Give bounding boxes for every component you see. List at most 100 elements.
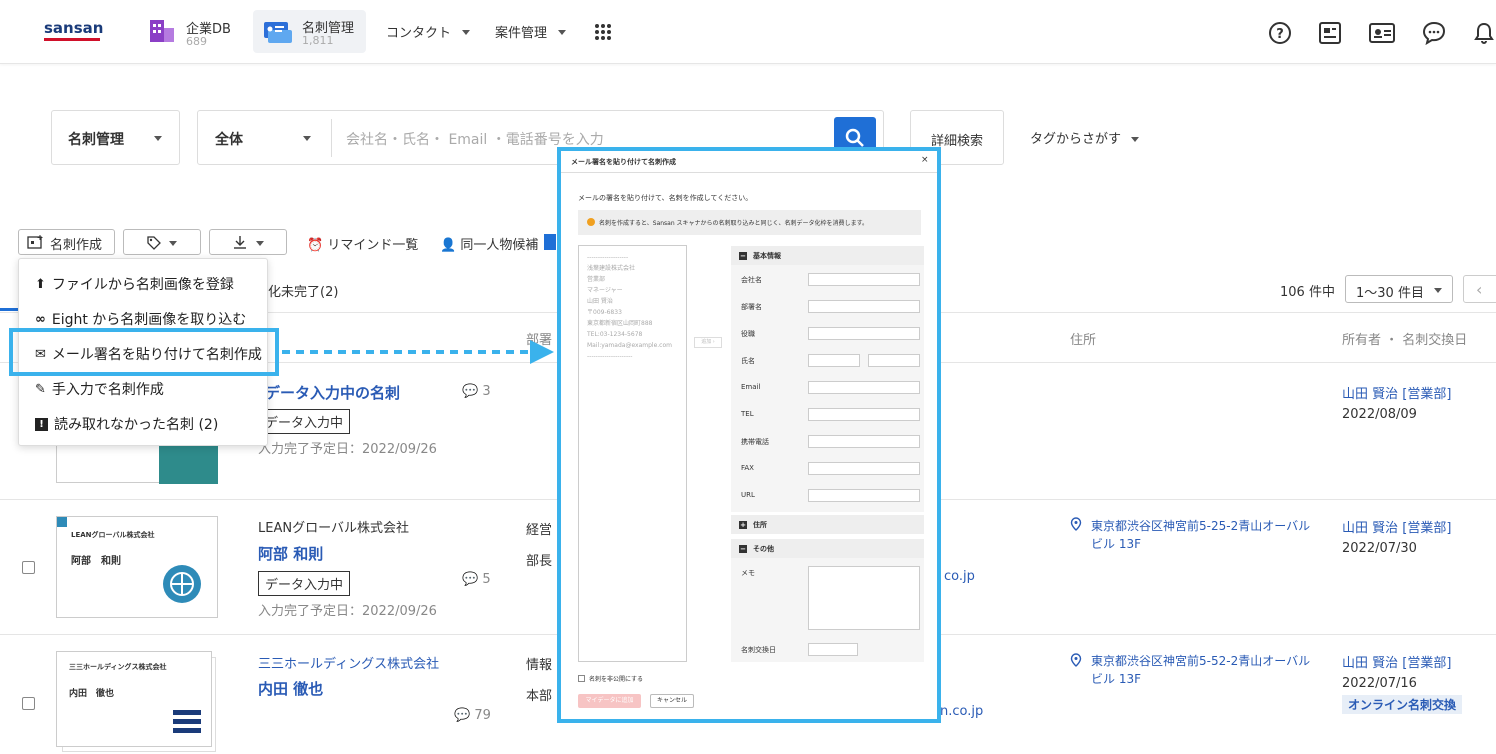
exchange-date-field[interactable] <box>808 643 858 656</box>
page-range-select[interactable]: 1〜30 件目 <box>1345 275 1453 303</box>
scope-select-value: 名刺管理 <box>68 132 124 148</box>
section-other[interactable]: − その他 <box>731 539 924 558</box>
download-button[interactable] <box>209 229 287 255</box>
warning-icon <box>587 218 595 226</box>
add-card-icon <box>27 235 43 249</box>
contact-name[interactable]: データ入力中の名刺 <box>265 382 400 403</box>
notice-text: 名刺を作成すると、Sansan スキャナからの名刺取り込みと同じく、名刺データ化… <box>599 220 868 227</box>
comment-icon: 💬 <box>462 384 479 399</box>
card-company: 三三ホールディングス株式会社 <box>69 663 167 671</box>
address-link[interactable]: 東京都渋谷区神宮前5-52-2青山オーバルビル 13F <box>1091 652 1311 688</box>
collapse-icon: − <box>739 544 747 553</box>
tel-field[interactable] <box>808 408 920 421</box>
comment-count[interactable]: 💬 3 <box>462 384 491 399</box>
chevron-left-icon: ‹ <box>1476 280 1483 299</box>
title-field[interactable] <box>808 327 920 340</box>
section-address[interactable]: + 住所 <box>731 515 924 534</box>
bell-icon[interactable] <box>1472 21 1496 45</box>
tag-button[interactable] <box>123 229 201 255</box>
owner-link[interactable]: 山田 賢治 [営業部] <box>1342 517 1451 536</box>
section-basic-info[interactable]: − 基本情報 <box>731 246 924 265</box>
column-header-owner: 所有者 ・ 名刺交換日 <box>1342 333 1468 348</box>
tag-search[interactable]: タグからさがす <box>1030 128 1140 147</box>
online-exchange-badge: オンライン名刺交換 <box>1342 695 1463 714</box>
help-icon[interactable]: ? <box>1268 21 1292 45</box>
company-logo-icon <box>173 710 201 733</box>
field-label: TEL <box>741 410 754 418</box>
private-checkbox[interactable] <box>578 675 585 682</box>
email-field[interactable] <box>808 381 920 394</box>
cancel-button[interactable]: キャンセル <box>650 694 694 708</box>
first-name-field[interactable] <box>868 354 920 367</box>
page-range-value: 1〜30 件目 <box>1356 286 1424 301</box>
field-label: Email <box>741 383 761 391</box>
expand-icon: + <box>739 520 747 529</box>
menu-item-label: 読み取れなかった名刺 (2) <box>54 417 219 433</box>
address-link[interactable]: 東京都渋谷区神宮前5-25-2青山オーバルビル 13F <box>1091 517 1311 553</box>
department-field[interactable] <box>808 300 920 313</box>
fax-field[interactable] <box>808 462 920 475</box>
prev-page-button[interactable]: ‹ <box>1463 275 1496 303</box>
menu-item-import-eight[interactable]: ∞ Eight から名刺画像を取り込む <box>35 309 246 329</box>
row-checkbox[interactable] <box>22 561 35 574</box>
title-text: 本部 <box>526 689 553 704</box>
row-checkbox[interactable] <box>22 697 35 710</box>
chevron-down-icon[interactable] <box>303 136 311 141</box>
url-field[interactable] <box>808 489 920 502</box>
app-header: sansan 企業DB 689 名刺管理 1,811 コンタクト 案件管理 ? <box>0 0 1496 64</box>
nav-deals[interactable]: 案件管理 <box>495 22 567 41</box>
modal-header: メール署名を貼り付けて名刺作成 × <box>561 151 937 173</box>
result-count: 106 件中 <box>1280 285 1335 300</box>
company-name[interactable]: 三三ホールディングス株式会社 <box>258 653 439 672</box>
news-icon[interactable] <box>1318 21 1342 45</box>
remind-list-label: リマインド一覧 <box>327 238 419 253</box>
divider <box>331 119 332 157</box>
company-name[interactable]: LEANグローバル株式会社 <box>258 517 409 536</box>
tab-incomplete[interactable]: 化未完了(2) <box>268 281 338 300</box>
menu-item-manual-entry[interactable]: ✎ 手入力で名刺作成 <box>35 379 164 399</box>
filter-select-value[interactable]: 全体 <box>215 129 243 149</box>
email-signature-modal: メール署名を貼り付けて名刺作成 × メールの署名を貼り付けて、名刺を作成してくだ… <box>557 147 941 723</box>
email-link[interactable]: n.co.jp <box>940 704 983 719</box>
signature-textarea[interactable]: ------------------- 浅葉建設株式会社 営業部 マネージャー … <box>578 245 687 662</box>
menu-item-upload-file[interactable]: ⬆ ファイルから名刺画像を登録 <box>35 274 234 294</box>
memo-textarea[interactable] <box>808 566 920 630</box>
nav-contact[interactable]: コンタクト <box>386 22 471 41</box>
email-link[interactable]: co.jp <box>944 569 975 584</box>
comment-count[interactable]: 💬 5 <box>462 572 491 587</box>
app-grid-icon[interactable] <box>594 23 612 45</box>
company-name-field[interactable] <box>808 273 920 286</box>
card-thumbnail[interactable]: LEANグローバル株式会社 阿部 和則 <box>56 516 218 618</box>
tag-search-label: タグからさがす <box>1030 132 1122 147</box>
modal-intro: メールの署名を貼り付けて、名刺を作成してください。 <box>578 194 753 202</box>
scope-select[interactable]: 名刺管理 <box>51 110 180 165</box>
signature-line: 山田 賢治 <box>587 298 613 305</box>
transfer-button[interactable]: 追加 › <box>694 337 722 348</box>
sansan-logo[interactable]: sansan <box>44 19 103 37</box>
private-checkbox-label: 名刺を非公開にする <box>589 676 644 683</box>
search-input[interactable]: 会社名・氏名・ Email ・電話番号を入力 <box>346 129 604 149</box>
chat-icon[interactable] <box>1422 21 1446 46</box>
last-name-field[interactable] <box>808 354 860 367</box>
comment-icon: 💬 <box>454 708 471 723</box>
submit-button[interactable]: マイデータに追加 <box>578 694 641 708</box>
create-card-button[interactable]: 名刺作成 <box>18 229 115 255</box>
comment-count[interactable]: 💬 79 <box>454 708 491 723</box>
nav-deals-label: 案件管理 <box>495 26 548 41</box>
mobile-field[interactable] <box>808 435 920 448</box>
close-icon[interactable]: × <box>921 155 929 165</box>
menu-item-unreadable[interactable]: ! 読み取れなかった名刺 (2) <box>35 414 218 434</box>
my-card-icon[interactable] <box>1368 21 1396 45</box>
contact-name[interactable]: 内田 徹也 <box>258 678 323 699</box>
nav-business-cards[interactable]: 名刺管理 1,811 <box>253 10 366 53</box>
remind-list-link[interactable]: ⏰ リマインド一覧 <box>307 234 418 253</box>
contact-name[interactable]: 阿部 和則 <box>258 543 323 564</box>
duplicate-candidates-link[interactable]: 👤 同一人物候補 <box>440 234 538 253</box>
card-thumbnail[interactable]: 三三ホールディングス株式会社 内田 徹也 <box>56 651 212 747</box>
card-name: 阿部 和則 <box>71 556 121 567</box>
owner-link[interactable]: 山田 賢治 [営業部] <box>1342 383 1451 402</box>
chevron-down-icon <box>1434 288 1442 293</box>
owner-link[interactable]: 山田 賢治 [営業部] <box>1342 652 1451 671</box>
comment-count-value: 3 <box>482 384 491 399</box>
card-company: LEANグローバル株式会社 <box>71 531 155 539</box>
